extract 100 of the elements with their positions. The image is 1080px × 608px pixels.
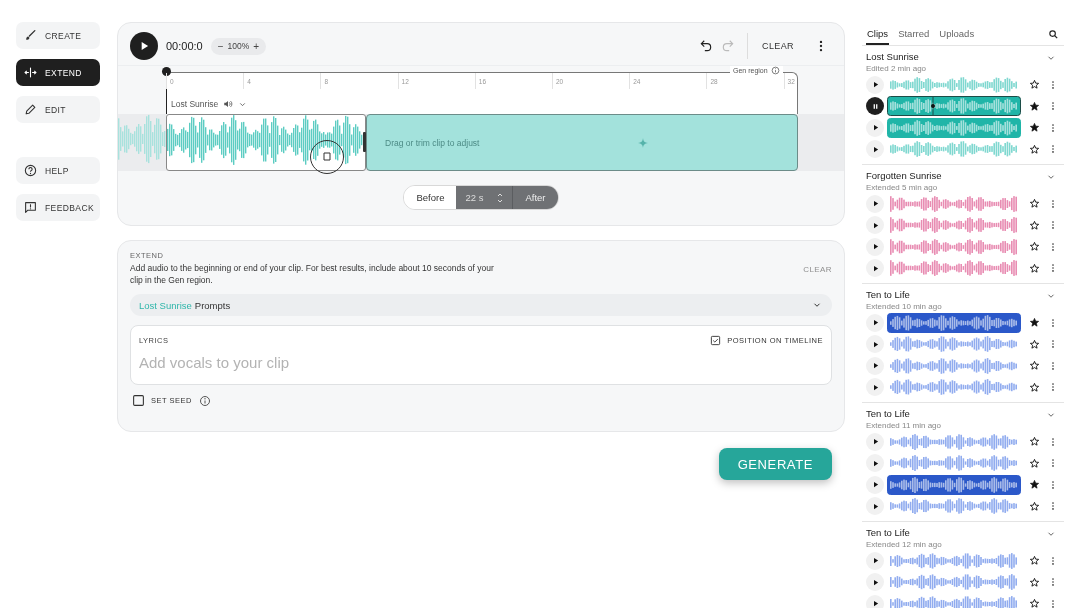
star-button[interactable] xyxy=(1027,380,1041,395)
zoom-level: 100% xyxy=(227,41,250,51)
play-button[interactable] xyxy=(866,378,884,397)
help-button[interactable]: HELP xyxy=(16,157,100,184)
audio-clip[interactable] xyxy=(166,114,366,171)
library-tab[interactable]: Clips xyxy=(866,23,890,45)
star-icon xyxy=(1028,338,1040,350)
info-icon[interactable] xyxy=(198,394,211,407)
track-subtitle: Extended 12 min ago xyxy=(866,539,942,550)
play-button[interactable] xyxy=(866,216,884,235)
star-button[interactable] xyxy=(1027,315,1041,330)
zoom-out-button[interactable]: − xyxy=(217,40,224,52)
star-button[interactable] xyxy=(1027,218,1041,233)
play-button[interactable] xyxy=(866,497,884,516)
stepper-arrows-icon[interactable] xyxy=(497,191,504,204)
play-button[interactable] xyxy=(866,551,884,570)
extend-button[interactable]: EXTEND xyxy=(16,59,100,86)
playhead-handle[interactable] xyxy=(162,67,171,76)
star-icon xyxy=(1028,381,1040,393)
play-button[interactable] xyxy=(866,594,884,608)
drag-hint: Drag or trim clip to adjust xyxy=(385,137,480,148)
star-button[interactable] xyxy=(1027,196,1041,211)
undo-icon xyxy=(699,39,713,53)
help-icon xyxy=(24,164,37,177)
play-button[interactable] xyxy=(866,335,884,354)
track-title: Ten to Life xyxy=(866,408,911,420)
trim-handle[interactable] xyxy=(363,132,366,152)
star-icon xyxy=(1028,555,1040,567)
zoom-in-button[interactable]: + xyxy=(253,40,260,52)
clip-waveform[interactable] xyxy=(887,117,1021,138)
star-button[interactable] xyxy=(1027,456,1041,471)
library-tab[interactable]: Starred xyxy=(897,23,931,45)
play-button[interactable] xyxy=(866,194,884,213)
star-button[interactable] xyxy=(1027,477,1041,492)
play-button[interactable] xyxy=(866,259,884,278)
play-button[interactable] xyxy=(866,237,884,256)
duration-stepper[interactable]: 22 s xyxy=(456,186,514,209)
play-button[interactable] xyxy=(866,573,884,592)
play-button[interactable] xyxy=(866,118,884,137)
track-subtitle: Extended 5 min ago xyxy=(866,182,939,193)
clip-name: Lost Sunrise xyxy=(171,99,219,109)
extend-arrows-icon xyxy=(24,66,37,79)
speaker-icon[interactable] xyxy=(223,99,234,109)
star-button[interactable] xyxy=(1027,120,1041,135)
feedback-button[interactable]: FEEDBACK xyxy=(16,194,100,221)
star-icon xyxy=(1028,122,1040,134)
search-icon xyxy=(1047,28,1059,40)
star-icon xyxy=(1028,360,1040,372)
clip-waveform[interactable] xyxy=(887,474,1021,495)
clip-waveform[interactable] xyxy=(887,96,1021,117)
mode-tab[interactable]: Before xyxy=(404,186,457,209)
star-icon xyxy=(1028,479,1040,491)
play-button[interactable] xyxy=(130,32,158,60)
description-text: Add audio to the beginning or end of your clip. For best results, include about 10 seconds of your clip in the Gen region. xyxy=(130,262,495,286)
star-button[interactable] xyxy=(1027,99,1041,114)
star-icon xyxy=(1028,219,1040,231)
clip-waveform[interactable] xyxy=(887,312,1021,333)
star-icon xyxy=(1028,500,1040,512)
star-button[interactable] xyxy=(1027,575,1041,590)
star-icon xyxy=(1028,241,1040,253)
create-button[interactable]: CREATE xyxy=(16,22,100,49)
star-button[interactable] xyxy=(1027,337,1041,352)
track-title: Ten to Life xyxy=(866,289,911,301)
play-button[interactable] xyxy=(866,75,884,94)
star-button[interactable] xyxy=(1027,77,1041,92)
play-button[interactable] xyxy=(866,313,884,332)
mode-tab[interactable]: After xyxy=(513,186,558,209)
pencil-icon xyxy=(24,103,37,116)
clear-button[interactable]: CLEAR xyxy=(756,37,800,55)
play-button[interactable] xyxy=(866,475,884,494)
star-icon xyxy=(1028,576,1040,588)
track-title: Lost Sunrise xyxy=(866,51,920,63)
library-tab[interactable]: Uploads xyxy=(938,23,976,45)
star-icon xyxy=(1028,317,1040,329)
edit-button[interactable]: EDIT xyxy=(16,96,100,123)
prompts-dropdown[interactable]: Lost Sunrise Prompts xyxy=(130,294,832,316)
star-button[interactable] xyxy=(1027,553,1041,568)
play-button[interactable] xyxy=(866,140,884,159)
star-button[interactable] xyxy=(1027,434,1041,449)
track-title: Ten to Life xyxy=(866,527,911,539)
star-button[interactable] xyxy=(1027,596,1041,608)
redo-icon xyxy=(721,39,735,53)
star-button[interactable] xyxy=(1027,142,1041,157)
track-subtitle: Edited 2 min ago xyxy=(866,63,927,74)
star-button[interactable] xyxy=(1027,499,1041,514)
star-button[interactable] xyxy=(1027,239,1041,254)
play-button[interactable] xyxy=(866,454,884,473)
play-button[interactable] xyxy=(866,356,884,375)
track-subtitle: Extended 11 min ago xyxy=(866,420,941,431)
star-button[interactable] xyxy=(1027,358,1041,373)
feedback-icon xyxy=(24,201,37,214)
star-icon xyxy=(1028,598,1040,608)
pause-button[interactable] xyxy=(866,97,884,116)
cursor-ring-icon xyxy=(309,139,345,175)
info-icon[interactable] xyxy=(770,66,780,75)
play-button[interactable] xyxy=(866,432,884,451)
time-display: 00:00:0 xyxy=(166,40,203,52)
brush-icon xyxy=(24,29,37,42)
star-button[interactable] xyxy=(1027,261,1041,276)
star-icon xyxy=(1028,457,1040,469)
